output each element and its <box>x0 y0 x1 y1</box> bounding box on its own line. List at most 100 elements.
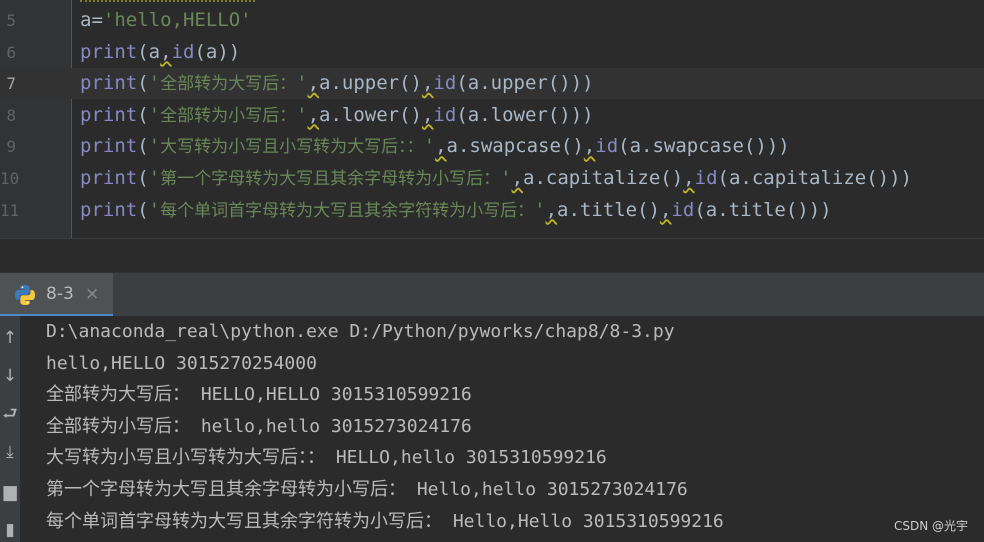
code-token: a.title() <box>557 198 660 221</box>
code-token: (a.upper())) <box>456 72 594 95</box>
console-side-toolbar: ↑ ↓ ⮐ ⤓ ▆ ▮ <box>0 316 20 542</box>
code-token: , <box>511 167 524 189</box>
code-line[interactable]: 6 print(a,id(a)) <box>0 37 984 68</box>
code-token: , <box>545 198 558 221</box>
soft-wrap-icon[interactable]: ⮐ <box>0 404 20 424</box>
code-token: ' <box>148 198 161 221</box>
watermark: CSDN @光宇 <box>893 519 968 533</box>
code-token: 全部转为小写后： <box>160 105 297 126</box>
code-token: id <box>671 198 695 221</box>
console-output-line: 第一个字母转为大写且其余字母转为小写后： Hello,hello 3015273… <box>46 479 688 500</box>
python-icon <box>15 285 35 305</box>
code-token: , <box>683 167 695 189</box>
code-token: , <box>307 72 320 95</box>
code-token: ' <box>296 103 308 126</box>
code-token: a= <box>80 9 103 31</box>
code-token: , <box>435 135 447 158</box>
code-text[interactable]: print('每个单词首字母转为大写且其余字符转为小写后：',a.title()… <box>80 195 832 227</box>
code-token: id <box>171 40 195 63</box>
code-token: ' <box>423 135 436 158</box>
code-token: ' <box>148 103 161 126</box>
line-number: 10 <box>0 169 20 188</box>
run-console[interactable]: ↑ ↓ ⮐ ⤓ ▆ ▮ D:\anaconda_real\python.exe … <box>0 316 984 542</box>
code-token: , <box>307 103 320 126</box>
code-text[interactable]: print('第一个字母转为大写且其余字母转为小写后：',a.capitaliz… <box>80 163 912 195</box>
code-token: , <box>160 40 172 63</box>
code-editor[interactable]: 5 a='hello,HELLO' 6 print(a,id(a)) 7 print('全… <box>0 0 984 238</box>
code-token: ( <box>137 103 149 126</box>
code-token: print <box>80 135 138 158</box>
code-token: id <box>433 103 457 126</box>
code-line[interactable]: 9 print('大写转为小写且小写转为大写后：：',a.swapcase(),i… <box>0 131 984 162</box>
code-token: ' <box>500 167 512 189</box>
print-icon[interactable]: ▆ <box>0 482 20 502</box>
code-line[interactable]: 8 print('全部转为小写后：',a.lower(),id(a.lower()… <box>0 100 984 131</box>
code-token: print <box>80 40 138 63</box>
code-token: id <box>433 72 457 95</box>
code-token: id <box>595 135 619 158</box>
code-token: print <box>80 103 138 126</box>
editor-bottom-area <box>0 238 984 273</box>
code-token: ( <box>137 167 149 189</box>
console-output-line: 大写转为小写且小写转为大写后：： HELLO,hello 30153105992… <box>46 447 607 469</box>
code-line[interactable]: 11 print('每个单词首字母转为大写且其余字符转为小写后：',a.title… <box>0 195 984 226</box>
code-line[interactable]: 5 a='hello,HELLO' <box>0 5 984 36</box>
line-number: 9 <box>6 137 16 157</box>
code-token: ' <box>148 72 161 95</box>
line-number: 5 <box>6 11 16 30</box>
code-text[interactable]: print('大写转为小写且小写转为大写后：：',a.swapcase(),id… <box>80 131 790 163</box>
code-token: (a.title())) <box>694 198 832 221</box>
code-token: , <box>421 103 434 126</box>
code-token: 大写转为小写且小写转为大写后：： <box>160 137 424 158</box>
code-token: a.lower() <box>319 103 422 126</box>
code-token: (a.lower())) <box>456 103 594 126</box>
code-token: print <box>80 167 138 189</box>
code-text[interactable]: print('全部转为大写后：',a.upper(),id(a.upper())… <box>80 68 594 100</box>
console-output-line: 全部转为小写后： hello,hello 3015273024176 <box>46 415 472 437</box>
trash-icon[interactable]: ▮ <box>0 520 20 540</box>
code-token: 全部转为大写后： <box>160 74 297 95</box>
code-token: ' <box>148 135 161 158</box>
console-output-line: 全部转为大写后： HELLO,HELLO 3015310599216 <box>46 384 472 406</box>
code-token: id <box>694 167 718 189</box>
close-tab-icon[interactable]: × <box>85 273 99 315</box>
down-arrow-icon[interactable]: ↓ <box>0 366 20 386</box>
code-token: a.upper() <box>319 72 422 95</box>
code-token: ' <box>534 198 546 221</box>
code-text[interactable]: print('全部转为小写后：',a.lower(),id(a.lower())… <box>80 100 594 132</box>
run-tool-window-header: 8-3 × <box>0 272 984 318</box>
line-number: 11 <box>0 200 20 220</box>
code-token: print <box>80 198 138 221</box>
code-token: 'hello,HELLO' <box>102 9 252 31</box>
code-token: ( <box>137 198 149 221</box>
code-token: (a.swapcase())) <box>618 135 790 158</box>
code-token: 每个单词首字母转为大写且其余字符转为小写后： <box>160 200 535 221</box>
code-token: a.swapcase() <box>446 135 584 158</box>
line-number: 7 <box>6 74 16 94</box>
run-tab-label: 8-3 <box>46 284 74 304</box>
code-line[interactable]: 10 print('第一个字母转为大写且其余字母转为小写后：',a.capital… <box>0 163 984 194</box>
console-output-line: D:\anaconda_real\python.exe D:/Python/py… <box>46 321 675 342</box>
console-output-line: 每个单词首字母转为大写且其余字符转为小写后： Hello,Hello 30153… <box>46 510 724 532</box>
code-token: , <box>583 135 596 158</box>
line-number: 6 <box>6 42 16 62</box>
code-token: (a <box>137 40 161 63</box>
console-output-line: hello,HELLO 3015270254000 <box>46 352 317 374</box>
code-token: a.capitalize() <box>523 167 684 189</box>
code-text[interactable]: a='hello,HELLO' <box>80 5 252 36</box>
code-token: ( <box>137 72 149 95</box>
code-token: ( <box>137 135 149 158</box>
code-token: ' <box>148 167 161 189</box>
line-number: 8 <box>6 105 16 125</box>
scroll-to-end-icon[interactable]: ⤓ <box>0 442 20 462</box>
code-text[interactable]: print(a,id(a)) <box>80 37 240 68</box>
code-line[interactable]: 7 print('全部转为大写后：',a.upper(),id(a.upper()… <box>0 68 984 100</box>
code-token: , <box>659 198 672 221</box>
up-arrow-icon[interactable]: ↑ <box>0 328 20 348</box>
code-token: , <box>421 72 434 95</box>
code-token: (a)) <box>194 40 241 63</box>
code-token: (a.capitalize())) <box>717 167 912 189</box>
code-token: print <box>80 72 138 95</box>
run-tab[interactable]: 8-3 × <box>0 273 113 317</box>
code-token: ' <box>296 72 308 95</box>
